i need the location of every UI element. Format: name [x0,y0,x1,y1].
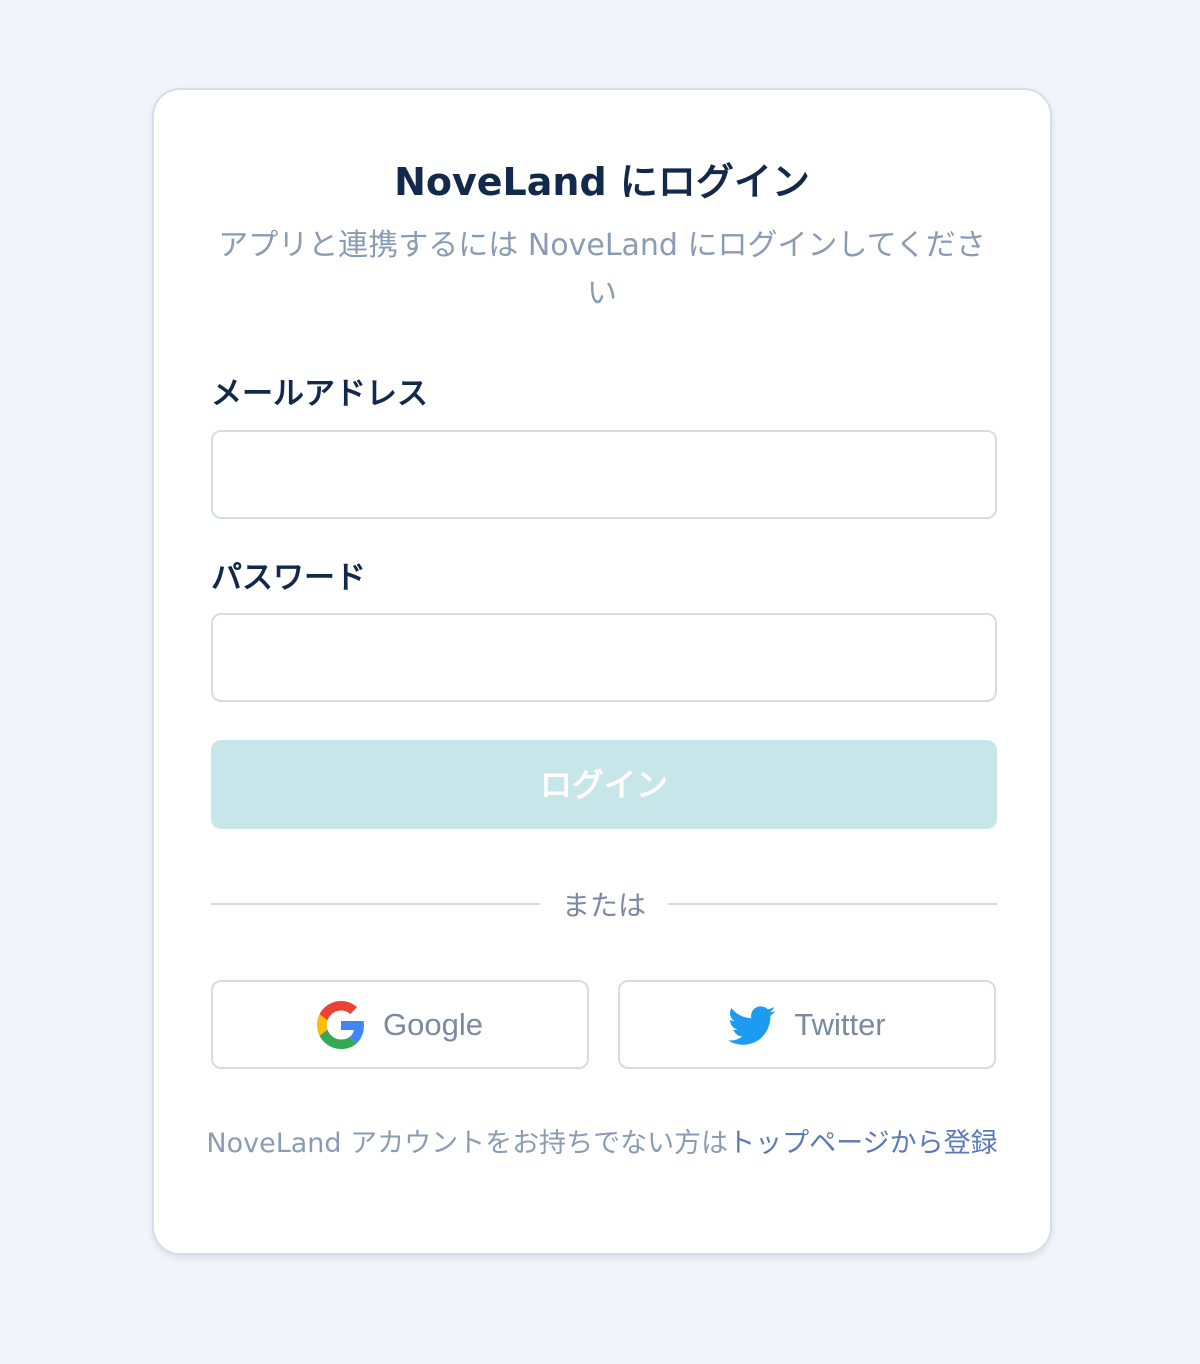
twitter-login-label: Twitter [794,1006,886,1042]
google-login-label: Google [383,1006,483,1042]
page-subtitle: アプリと連携するには NoveLand にログインしてください [218,228,986,311]
twitter-login-button[interactable]: Twitter [618,980,996,1069]
email-label: メールアドレス [211,376,428,412]
email-input[interactable] [211,430,997,519]
twitter-icon [728,1001,776,1049]
divider-line-right [668,903,998,905]
google-login-button[interactable]: Google [211,980,589,1069]
divider-line-left [211,903,540,905]
login-button[interactable]: ログイン [211,740,997,829]
signup-link[interactable]: トップページから登録 [728,1128,997,1159]
google-icon [317,1000,365,1049]
signup-notice-text: NoveLand アカウントをお持ちでない方は [206,1128,729,1159]
password-input[interactable] [211,613,997,702]
or-divider: または [211,882,998,926]
divider-text: または [562,889,647,922]
password-label: パスワード [211,560,366,596]
page-title: NoveLand にログイン [394,160,810,204]
signup-notice: NoveLand アカウントをお持ちでない方はトップページから登録 [204,1124,1000,1164]
login-card: NoveLand にログイン アプリと連携するには NoveLand にログイン… [152,88,1052,1255]
